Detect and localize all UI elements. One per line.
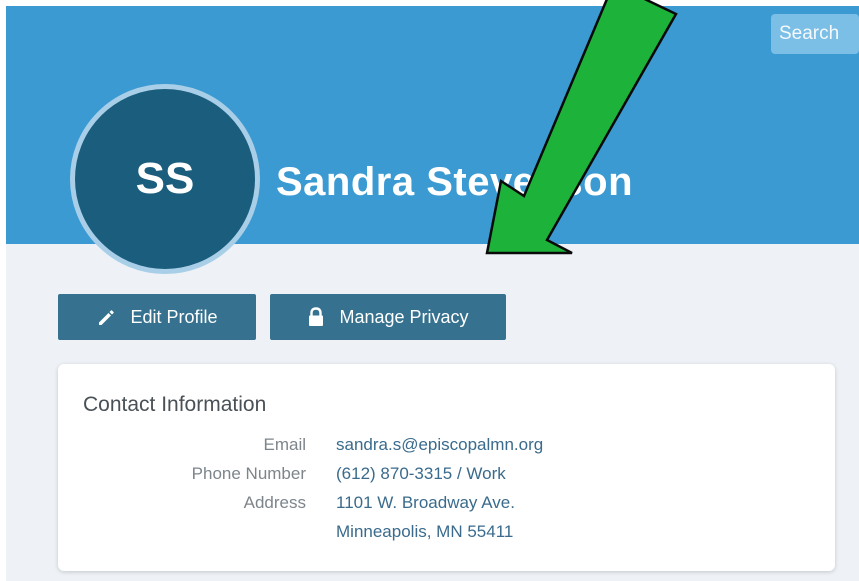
- address-line-2[interactable]: Minneapolis, MN 55411: [336, 517, 513, 546]
- profile-name: Sandra Stevenson: [276, 160, 634, 204]
- email-row: Email sandra.s@episcopalmn.org: [58, 430, 835, 459]
- phone-link[interactable]: (612) 870-3315 / Work: [336, 459, 506, 488]
- contact-info-card: Contact Information Email sandra.s@episc…: [58, 364, 835, 571]
- address-row: Address 1101 W. Broadway Ave.: [58, 488, 835, 517]
- email-label: Email: [263, 435, 306, 454]
- phone-row: Phone Number (612) 870-3315 / Work: [58, 459, 835, 488]
- search-input[interactable]: Search: [771, 14, 859, 54]
- lock-icon: [307, 307, 325, 327]
- avatar: SS: [70, 84, 260, 274]
- manage-privacy-label: Manage Privacy: [339, 306, 469, 327]
- phone-label: Phone Number: [191, 464, 306, 483]
- pencil-icon: [96, 307, 116, 327]
- address-label: Address: [243, 493, 306, 512]
- address-line-1[interactable]: 1101 W. Broadway Ave.: [336, 488, 515, 517]
- avatar-initials: SS: [135, 154, 195, 203]
- email-link[interactable]: sandra.s@episcopalmn.org: [336, 430, 543, 459]
- edit-profile-button[interactable]: Edit Profile: [58, 294, 256, 340]
- edit-profile-label: Edit Profile: [130, 306, 218, 327]
- address-row-2: Minneapolis, MN 55411: [58, 517, 835, 546]
- contact-info-title: Contact Information: [83, 393, 267, 416]
- manage-privacy-button[interactable]: Manage Privacy: [270, 294, 506, 340]
